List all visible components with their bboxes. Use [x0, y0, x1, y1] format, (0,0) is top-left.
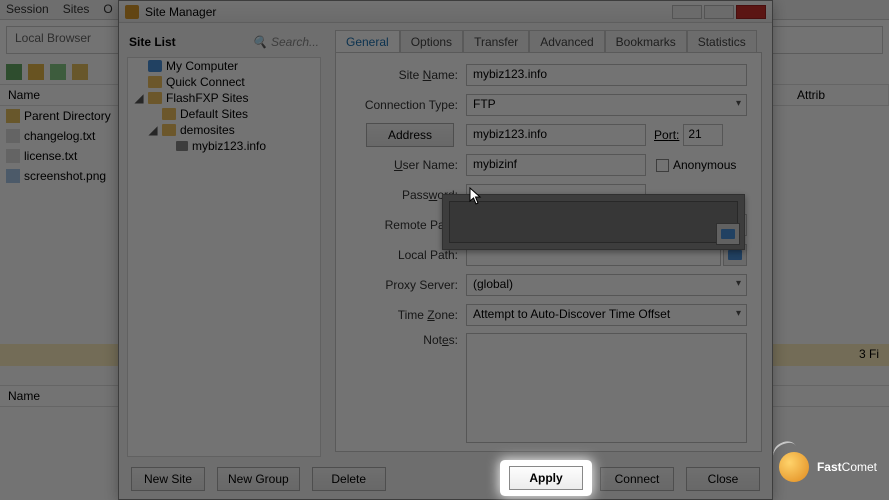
address-button[interactable]: Address	[366, 123, 454, 147]
favorite-icon[interactable]	[28, 64, 44, 80]
site-manager-dialog: Site Manager Site List 🔍 Search... My Co…	[118, 0, 773, 500]
folder-icon	[148, 92, 162, 104]
anonymous-label: Anonymous	[673, 158, 736, 172]
new-group-button[interactable]: New Group	[217, 467, 300, 491]
image-file-icon	[6, 169, 20, 183]
folder-open-icon	[728, 250, 742, 260]
item-label: license.txt	[24, 149, 77, 163]
browse-button[interactable]	[716, 223, 740, 245]
folder-up-icon	[6, 109, 20, 123]
transfer-icon[interactable]	[50, 64, 66, 80]
tree-item-flashfxp-sites[interactable]: ◢ FlashFXP Sites	[128, 90, 320, 106]
menu-sites[interactable]: Sites	[63, 2, 90, 17]
fastcomet-watermark: FastComet	[779, 452, 877, 482]
menu-options[interactable]: O	[103, 2, 112, 17]
delete-button[interactable]: Delete	[312, 467, 386, 491]
conn-type-label: Connection Type:	[350, 98, 466, 112]
site-search[interactable]: 🔍 Search...	[252, 35, 319, 49]
proxy-select[interactable]: (global)	[466, 274, 747, 296]
general-form: Site Name: mybiz123.info Connection Type…	[335, 52, 762, 452]
comet-icon	[779, 452, 809, 482]
site-details-panel: General Options Transfer Advanced Bookma…	[329, 23, 772, 499]
expander-icon[interactable]: ◢	[148, 123, 158, 137]
folder-icon[interactable]	[72, 64, 88, 80]
menu-session[interactable]: Session	[6, 2, 49, 17]
folder-icon	[148, 76, 162, 88]
tab-advanced[interactable]: Advanced	[529, 30, 604, 53]
notes-textarea[interactable]	[466, 333, 747, 443]
path-tooltip-popup	[442, 194, 745, 250]
address-input[interactable]: mybiz123.info	[466, 124, 646, 146]
tree-label: mybiz123.info	[192, 139, 266, 153]
dialog-title: Site Manager	[145, 5, 216, 19]
brand-text-comet: Comet	[842, 460, 877, 474]
item-label: changelog.txt	[24, 129, 95, 143]
user-name-input[interactable]: mybizinf	[466, 154, 646, 176]
notes-label: Notes:	[350, 333, 466, 347]
dialog-titlebar[interactable]: Site Manager	[119, 1, 772, 23]
text-file-icon	[6, 149, 20, 163]
connect-button[interactable]: Connect	[600, 467, 674, 491]
site-icon	[176, 141, 188, 151]
text-file-icon	[6, 129, 20, 143]
site-list-header: Site List	[129, 35, 176, 49]
tab-general[interactable]: General	[335, 30, 400, 53]
search-icon: 🔍	[252, 35, 267, 49]
item-label: screenshot.png	[24, 169, 106, 183]
tooltip-inner	[449, 201, 738, 243]
tree-label: FlashFXP Sites	[166, 91, 248, 105]
close-button[interactable]	[736, 5, 766, 19]
computer-icon	[148, 60, 162, 72]
close-dialog-button[interactable]: Close	[686, 467, 760, 491]
tree-item-demosites[interactable]: ◢ demosites	[128, 122, 320, 138]
port-label: Port:	[654, 128, 679, 142]
user-name-label: User Name:	[350, 158, 466, 172]
tab-bookmarks[interactable]: Bookmarks	[605, 30, 687, 53]
port-input[interactable]: 21	[683, 124, 723, 146]
tab-options[interactable]: Options	[400, 30, 463, 53]
folder-icon	[162, 108, 176, 120]
brand-text-fast: Fast	[817, 460, 842, 474]
tab-statistics[interactable]: Statistics	[687, 30, 757, 53]
tree-label: Default Sites	[180, 107, 248, 121]
local-path-label: Local Path:	[350, 248, 466, 262]
tree-label: demosites	[180, 123, 235, 137]
site-name-label: Site Name:	[350, 68, 466, 82]
tab-transfer[interactable]: Transfer	[463, 30, 529, 53]
tree-item-mybiz[interactable]: mybiz123.info	[128, 138, 320, 154]
search-placeholder: Search...	[271, 35, 319, 49]
tree-item-quick-connect[interactable]: Quick Connect	[128, 74, 320, 90]
col-attrib[interactable]: Attrib	[789, 85, 889, 105]
dialog-button-bar: New Site New Group Delete Apply Connect …	[119, 459, 772, 499]
anonymous-checkbox[interactable]	[656, 159, 669, 172]
app-icon	[125, 5, 139, 19]
tree-label: Quick Connect	[166, 75, 245, 89]
site-list-panel: Site List 🔍 Search... My Computer Quick …	[119, 23, 329, 499]
maximize-button[interactable]	[704, 5, 734, 19]
tree-item-my-computer[interactable]: My Computer	[128, 58, 320, 74]
tab-strip: General Options Transfer Advanced Bookma…	[335, 29, 762, 52]
conn-type-select[interactable]: FTP	[466, 94, 747, 116]
timezone-label: Time Zone:	[350, 308, 466, 322]
tree-label: My Computer	[166, 59, 238, 73]
proxy-label: Proxy Server:	[350, 278, 466, 292]
apply-button[interactable]: Apply	[509, 466, 583, 490]
site-name-input[interactable]: mybiz123.info	[466, 64, 747, 86]
folder-icon	[162, 124, 176, 136]
item-label: Parent Directory	[24, 109, 111, 123]
folder-open-icon	[721, 229, 735, 239]
apply-highlight: Apply	[503, 463, 589, 493]
timezone-select[interactable]: Attempt to Auto-Discover Time Offset	[466, 304, 747, 326]
tree-item-default-sites[interactable]: Default Sites	[128, 106, 320, 122]
new-site-button[interactable]: New Site	[131, 467, 205, 491]
site-tree[interactable]: My Computer Quick Connect ◢ FlashFXP Sit…	[127, 57, 321, 457]
minimize-button[interactable]	[672, 5, 702, 19]
expander-icon[interactable]: ◢	[134, 91, 144, 105]
refresh-icon[interactable]	[6, 64, 22, 80]
